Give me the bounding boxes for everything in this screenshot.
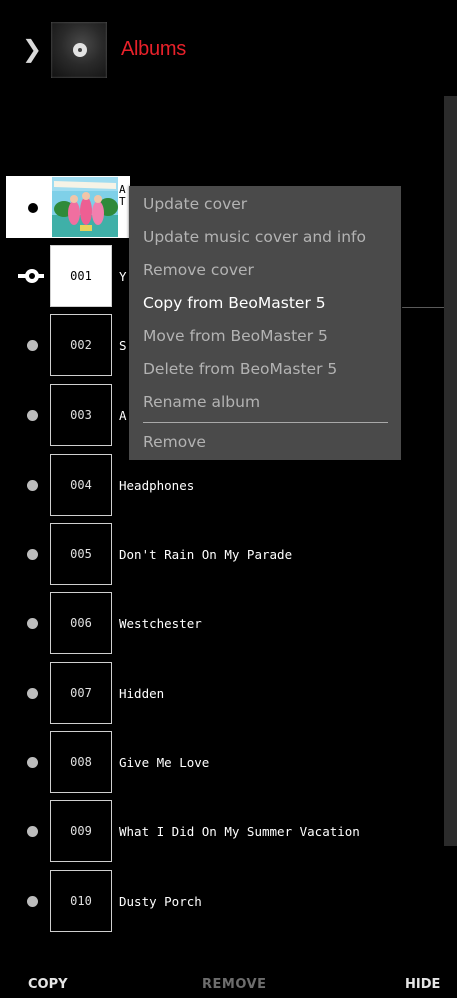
track-row[interactable]: 004 Headphones	[0, 454, 440, 518]
track-name: Headphones	[119, 477, 195, 493]
menu-item-copy-from-beomaster[interactable]: Copy from BeoMaster 5	[143, 294, 326, 312]
track-name: Don't Rain On My Parade	[119, 546, 293, 562]
bullet-icon	[27, 896, 38, 907]
track-name: Hidden	[119, 685, 165, 701]
track-number: 002	[50, 314, 112, 376]
track-name: What I Did On My Summer Vacation	[119, 823, 360, 839]
bullet-icon	[27, 826, 38, 837]
track-number: 003	[50, 384, 112, 446]
track-name: A	[119, 407, 127, 423]
track-name: Y	[119, 268, 127, 284]
hide-button[interactable]: HIDE	[405, 977, 440, 992]
track-number: 006	[50, 592, 112, 654]
chevron-right-icon[interactable]: ❯	[22, 36, 44, 62]
track-row[interactable]: 005 Don't Rain On My Parade	[0, 523, 440, 587]
albums-icon	[51, 22, 107, 78]
track-number: 007	[50, 662, 112, 724]
scrollbar[interactable]	[444, 96, 457, 846]
bullet-icon	[27, 688, 38, 699]
album-bullet-icon	[28, 203, 38, 213]
bullet-icon	[27, 757, 38, 768]
menu-item-update-music-cover-and-info[interactable]: Update music cover and info	[143, 228, 366, 246]
track-name: Westchester	[119, 615, 202, 631]
track-number: 008	[50, 731, 112, 793]
album-cover	[52, 177, 118, 237]
track-row[interactable]: 007 Hidden	[0, 662, 440, 726]
menu-item-update-cover[interactable]: Update cover	[143, 195, 247, 213]
menu-item-move-from-beomaster[interactable]: Move from BeoMaster 5	[143, 327, 328, 345]
menu-item-delete-from-beomaster[interactable]: Delete from BeoMaster 5	[143, 360, 337, 378]
track-row[interactable]: 010 Dusty Porch	[0, 870, 440, 934]
track-number: 005	[50, 523, 112, 585]
selected-bullet-icon	[18, 269, 44, 283]
track-name: S	[119, 337, 127, 353]
context-menu: Update cover Update music cover and info…	[129, 186, 401, 460]
track-number: 001	[50, 245, 112, 307]
bullet-icon	[27, 549, 38, 560]
bullet-icon	[27, 480, 38, 491]
album-row[interactable]: A T	[6, 176, 130, 238]
bullet-icon	[27, 410, 38, 421]
album-artist-fragment: T	[119, 195, 126, 208]
bullet-icon	[27, 618, 38, 629]
bullet-icon	[27, 340, 38, 351]
menu-item-rename-album[interactable]: Rename album	[143, 393, 260, 411]
track-number: 004	[50, 454, 112, 516]
track-number: 010	[50, 870, 112, 932]
track-number: 009	[50, 800, 112, 862]
track-name: Give Me Love	[119, 754, 210, 770]
track-row[interactable]: 009 What I Did On My Summer Vacation	[0, 800, 440, 864]
track-row[interactable]: 006 Westchester	[0, 592, 440, 656]
copy-button[interactable]: COPY	[28, 977, 68, 992]
track-name: Dusty Porch	[119, 893, 202, 909]
menu-divider	[143, 422, 388, 423]
menu-item-remove-cover[interactable]: Remove cover	[143, 261, 254, 279]
remove-button[interactable]: REMOVE	[202, 977, 266, 992]
header: ❯ Albums	[0, 0, 457, 95]
page-title: Albums	[121, 38, 186, 60]
track-row[interactable]: 008 Give Me Love	[0, 731, 440, 795]
menu-item-remove[interactable]: Remove	[143, 433, 206, 451]
